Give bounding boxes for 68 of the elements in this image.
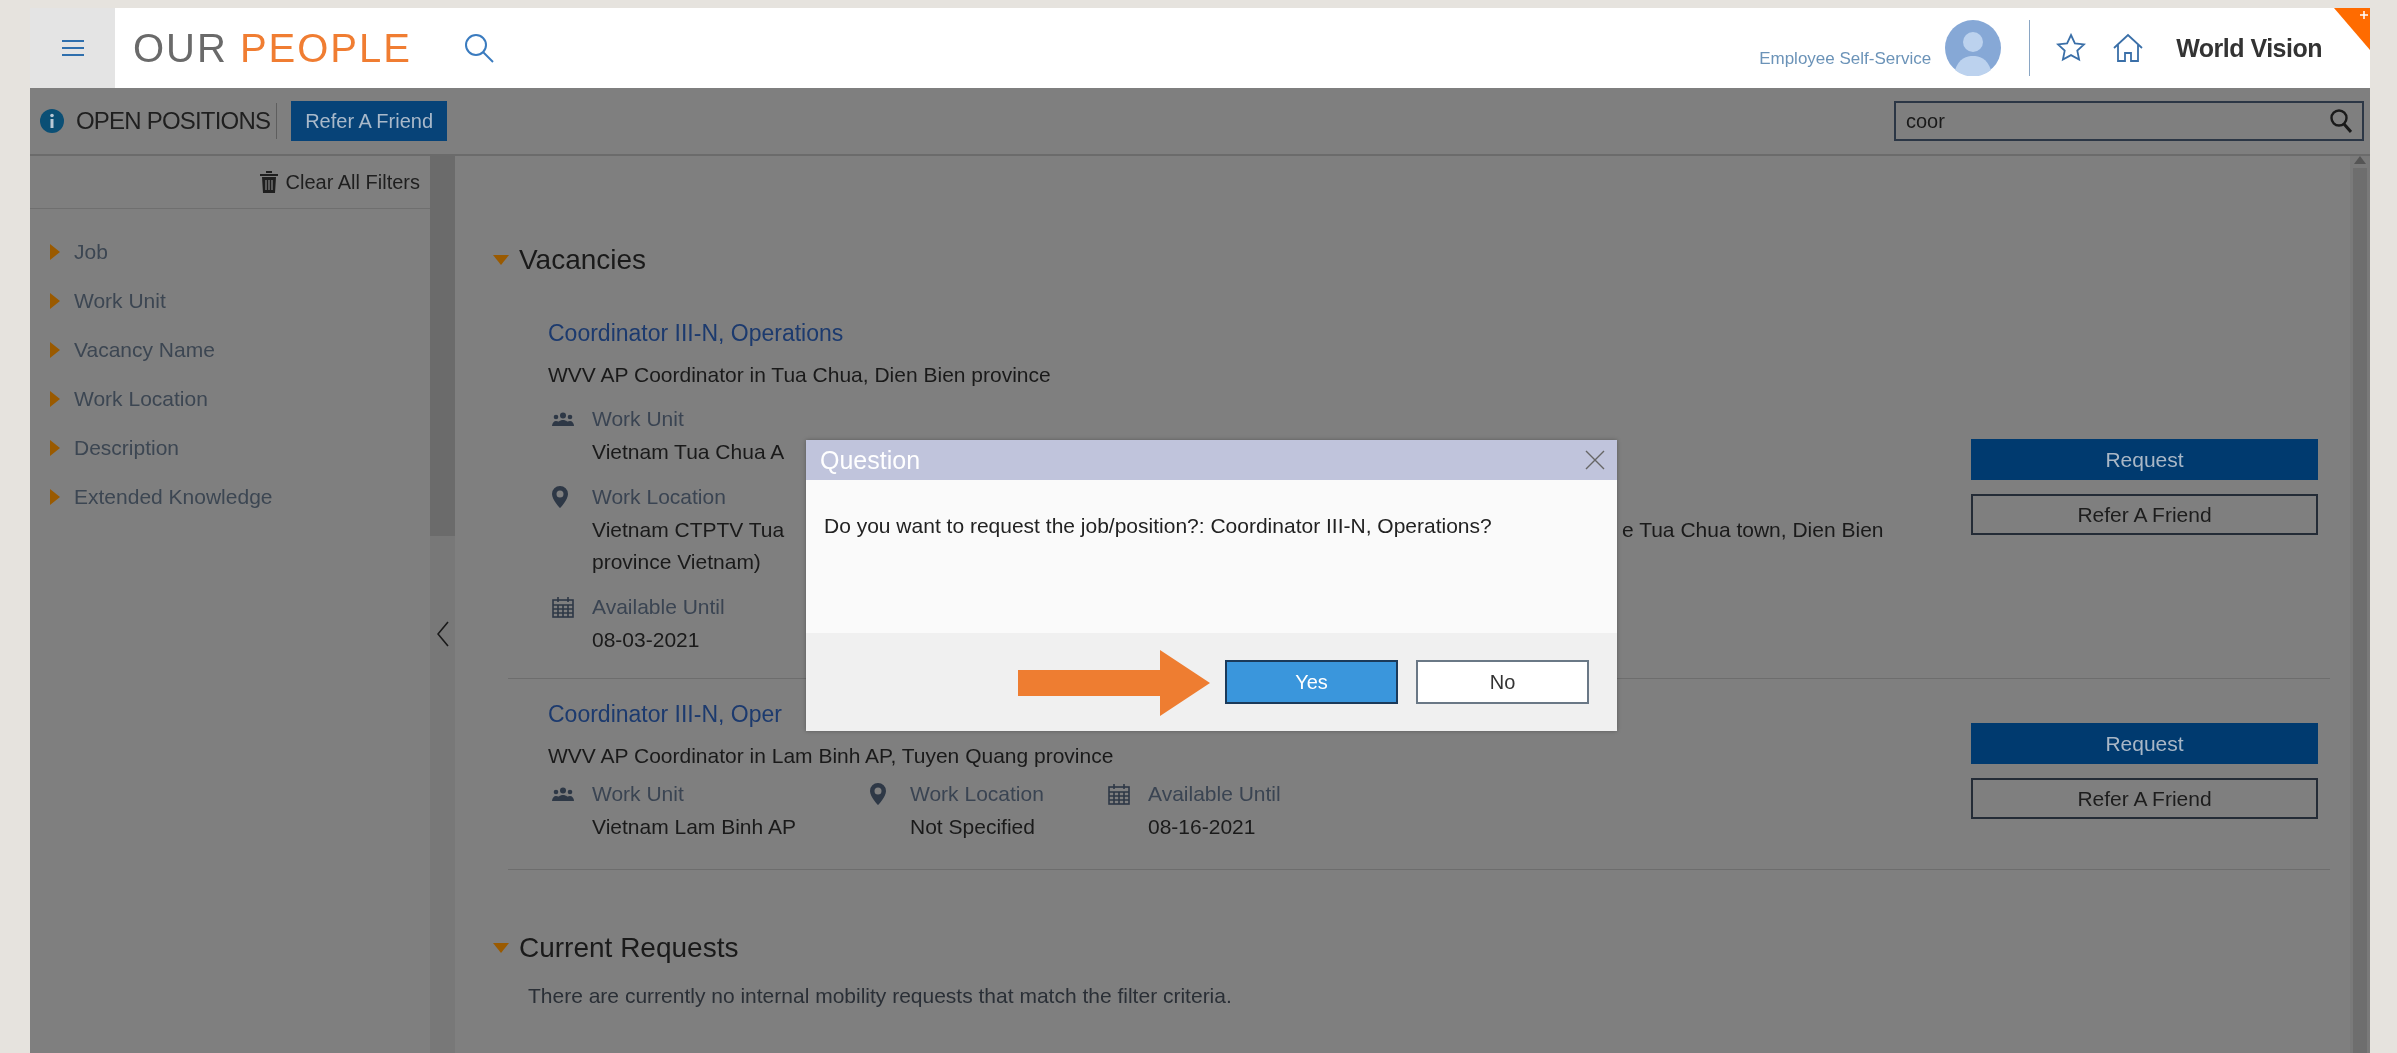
field-label: Available Until [1148,781,1281,807]
clear-filters-button[interactable]: Clear All Filters [285,170,420,194]
field-value: e Tua Chua town, Dien Bien [1622,517,1885,543]
collapse-chevron-icon[interactable] [436,621,449,647]
logo-text: OUR [133,25,228,71]
field-label: Work Location [592,484,727,510]
trash-icon[interactable] [259,171,278,193]
field-label: Work Unit [592,781,685,807]
caret-down-icon[interactable] [493,255,509,265]
vacancy-description: WVV AP Coordinator in Lam Binh AP, Tuyen Quang province [548,743,1115,769]
filter-item[interactable]: Work Location [74,386,208,411]
scroll-up-icon[interactable] [2354,156,2366,164]
search-icon[interactable] [463,33,494,63]
star-icon[interactable] [2056,33,2087,63]
calendar-icon [1108,783,1130,805]
empty-message: There are currently no internal mobility requests that match the filter criteria. [528,984,1233,1008]
page-title: OPEN POSITIONS [76,106,271,136]
field-value: 08-03-2021 [592,627,701,653]
field-value: Vietnam Tua Chua A [592,439,786,465]
section-heading: Current Requests [519,932,739,964]
location-pin-icon [552,486,568,508]
brand-name: World Vision [2176,33,2323,63]
refer-friend-button[interactable]: Refer A Friend [291,101,447,141]
refer-friend-button[interactable]: Refer A Friend [1971,778,2318,819]
logo-text: PEOPLE [239,25,412,71]
close-button[interactable] [1585,450,1605,470]
request-button[interactable]: Request [1971,723,2318,764]
caret-down-icon[interactable] [493,943,509,953]
caret-right-icon[interactable] [50,390,60,407]
vacancy-title-link[interactable]: Coordinator III-N, Operations [548,318,1971,348]
field-value: province Vietnam) [592,549,762,575]
dialog-message: Do you want to request the job/position?: Coordinator III-N, Operations? [823,513,1493,539]
caret-right-icon[interactable] [50,341,60,358]
request-button[interactable]: Request [1971,439,2318,480]
avatar-icon[interactable] [1945,20,2002,76]
search-field[interactable]: coor [1894,101,2364,141]
filter-item[interactable]: Extended Knowledge [74,484,273,509]
info-icon[interactable] [40,109,64,133]
field-value: Not Specified [910,814,1036,840]
field-label: Work Location [910,781,1045,807]
portal-label[interactable]: Employee Self-Service [1759,49,1932,69]
vacancy-description: WVV AP Coordinator in Tua Chua, Dien Bien province [548,362,1052,388]
caret-right-icon[interactable] [50,292,60,309]
home-icon[interactable] [2112,33,2145,63]
field-label: Work Unit [592,406,685,432]
caret-right-icon[interactable] [50,243,60,260]
no-button[interactable]: No [1416,660,1589,704]
filter-item[interactable]: Vacancy Name [74,337,215,362]
filter-item[interactable]: Job [74,239,108,264]
menu-icon[interactable] [61,40,84,56]
scrollbar[interactable] [2350,156,2370,1053]
people-icon [552,412,574,426]
calendar-icon [552,596,574,618]
caret-right-icon[interactable] [50,488,60,505]
field-value: 08-16-2021 [1148,814,1257,840]
field-label: Available Until [592,594,726,620]
location-pin-icon [870,783,886,805]
search-icon[interactable] [2330,109,2352,133]
yes-button[interactable]: Yes [1225,660,1398,704]
people-icon [552,787,574,801]
filter-item[interactable]: Description [74,435,180,460]
field-value: Vietnam Lam Binh AP [592,814,797,840]
field-value: Vietnam CTPTV Tua [592,517,786,543]
dialog-title: Question [820,445,922,475]
section-heading: Vacancies [519,244,647,276]
refer-friend-button[interactable]: Refer A Friend [1971,494,2318,535]
caret-right-icon[interactable] [50,439,60,456]
filter-item[interactable]: Work Unit [74,288,166,313]
